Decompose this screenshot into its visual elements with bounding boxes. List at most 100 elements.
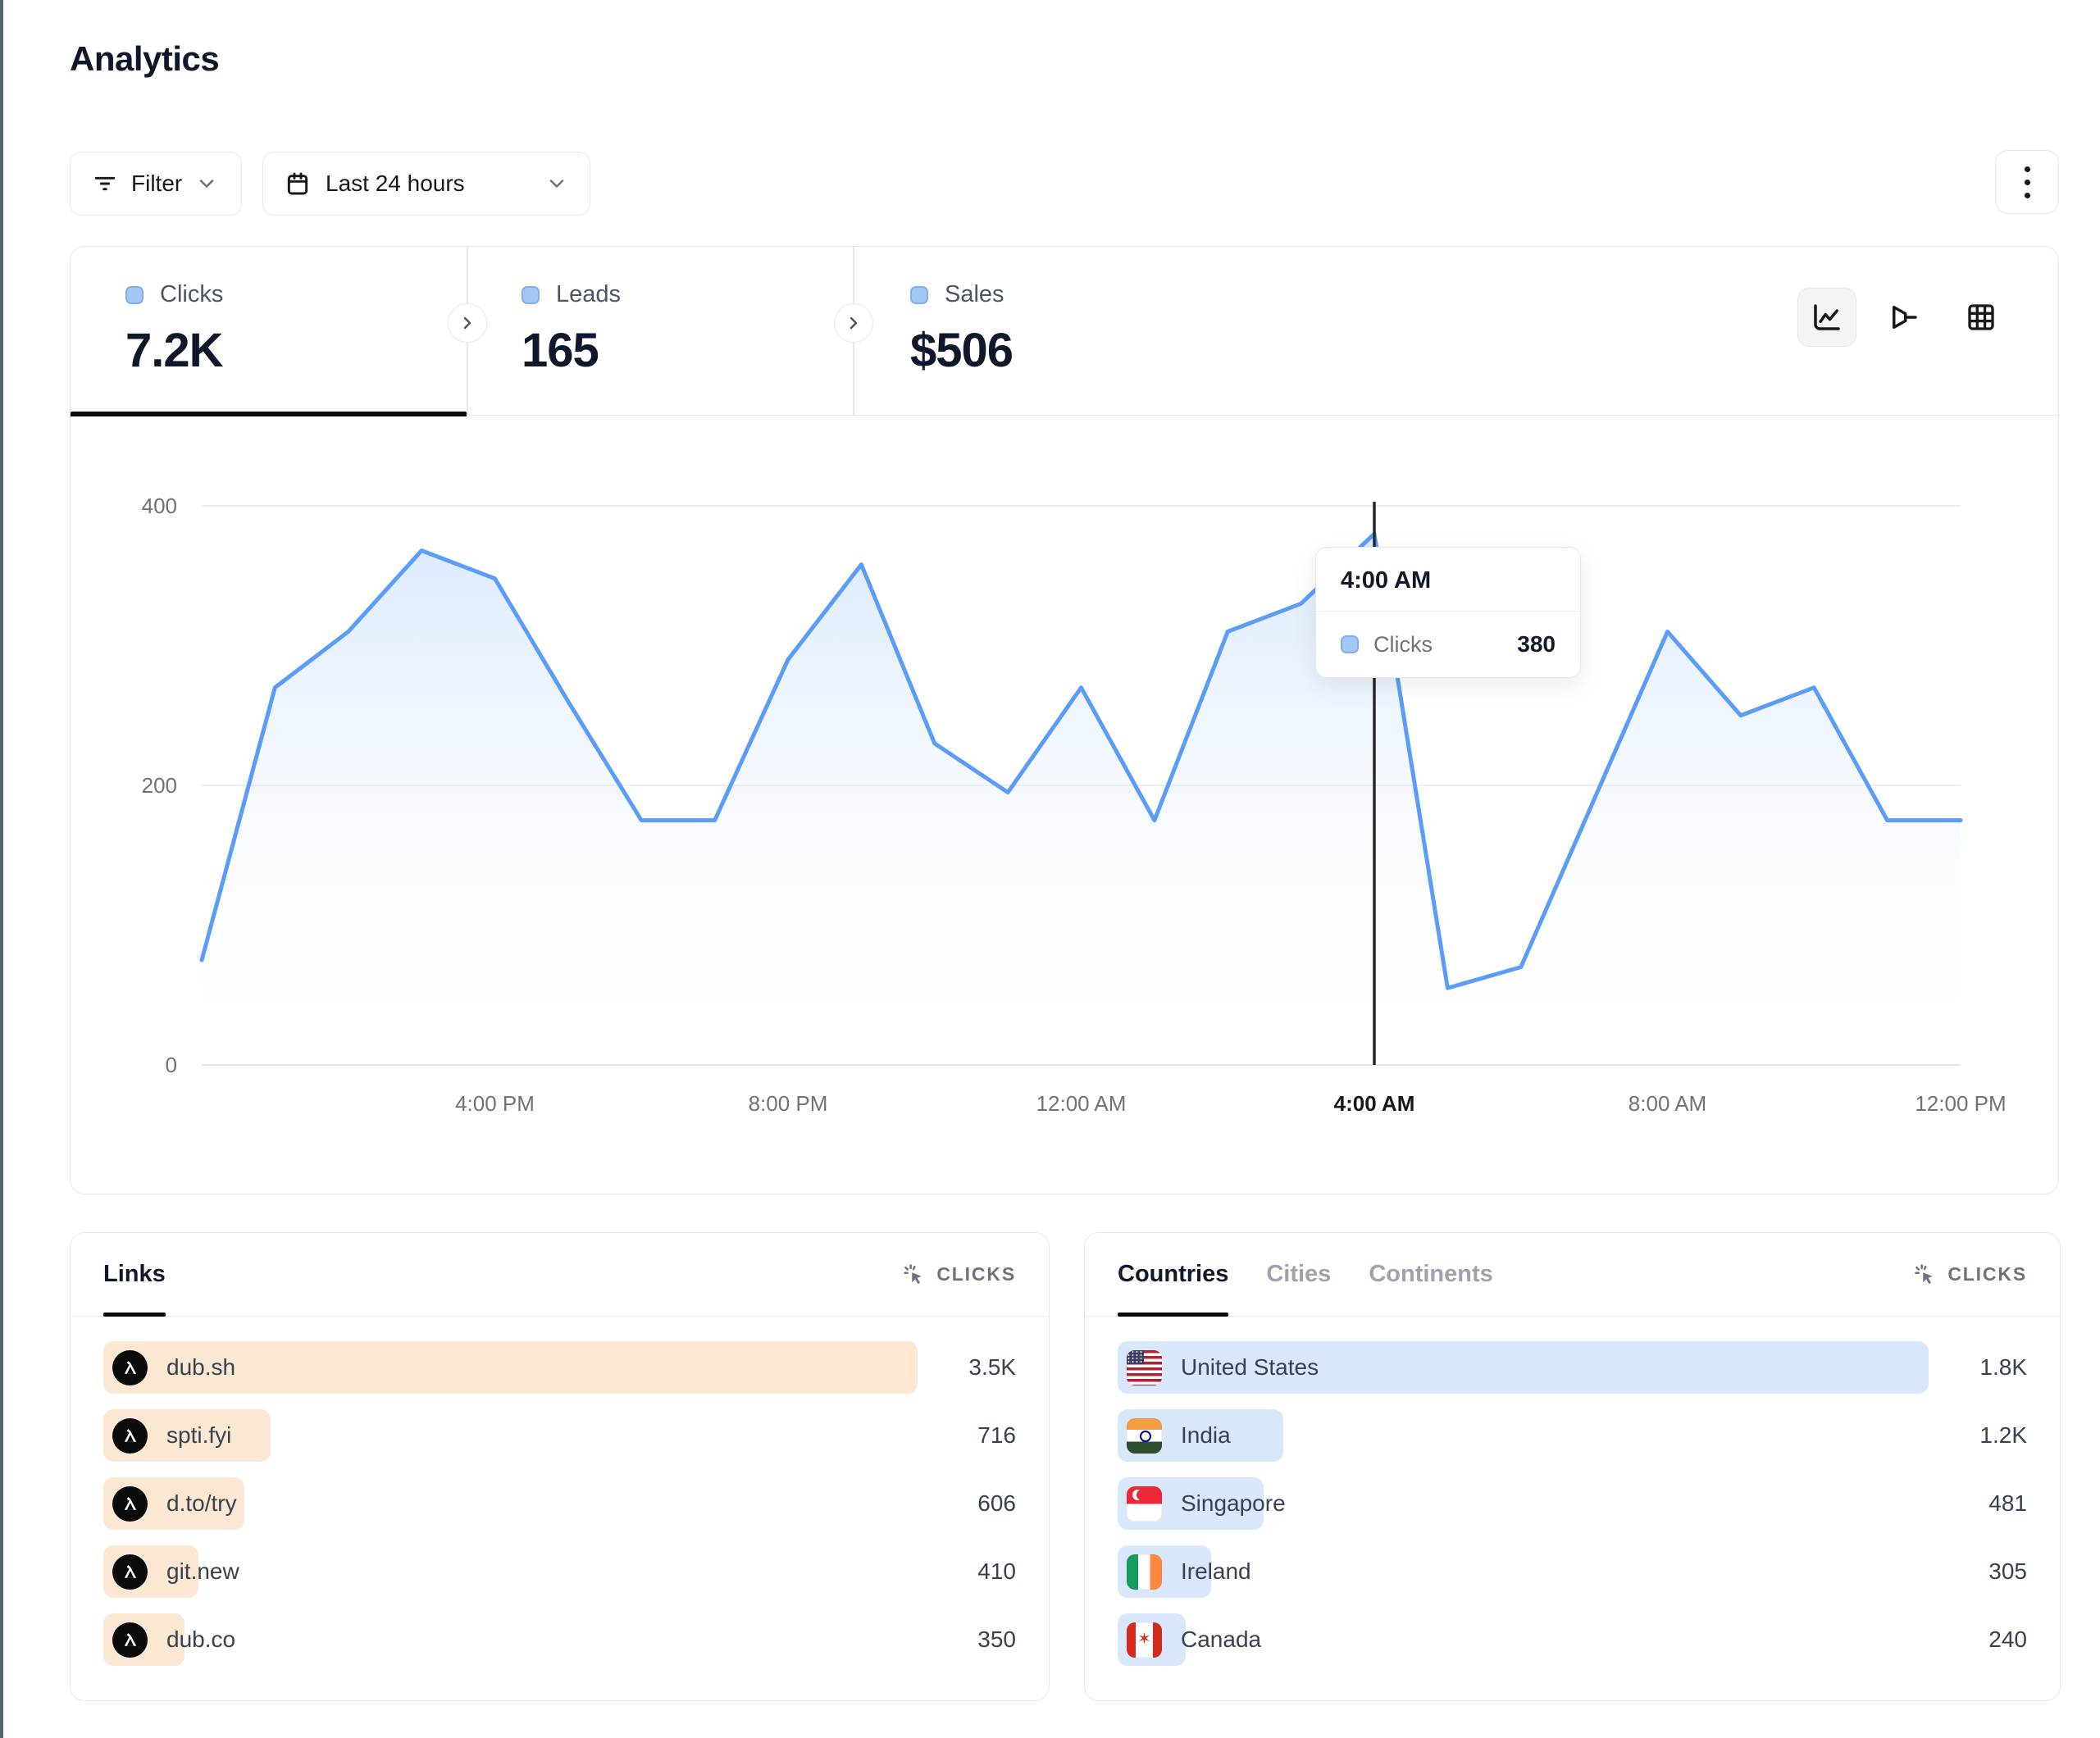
cursor-click-icon	[902, 1263, 927, 1287]
chart-view-toggles	[1797, 288, 2011, 347]
link-row-label: dub.sh	[166, 1354, 235, 1381]
cities-tab-label: Cities	[1266, 1261, 1331, 1288]
country-row[interactable]: India 1.2K	[1118, 1409, 2027, 1462]
chevron-right-icon	[458, 313, 477, 333]
geo-panel-header: Countries Cities Continents CLICKS	[1085, 1233, 2060, 1317]
dub-logo-icon	[112, 1554, 148, 1590]
tab-leads[interactable]: Leads 165	[522, 247, 621, 415]
calendar-icon	[285, 171, 311, 197]
x-axis-label: 8:00 AM	[1629, 1091, 1706, 1116]
link-row[interactable]: d.to/try 606	[103, 1477, 1016, 1530]
clicks-legend-swatch	[125, 286, 143, 304]
chevron-down-icon	[545, 172, 568, 195]
date-range-label: Last 24 hours	[326, 171, 465, 197]
chart-canvas[interactable]: 02004004:00 PM8:00 PM12:00 AM4:00 AM8:00…	[71, 416, 2060, 1194]
country-row-label: Ireland	[1181, 1558, 1251, 1585]
sg-flag-icon	[1127, 1486, 1162, 1522]
y-axis-label-400: 400	[142, 494, 177, 518]
leads-tab-label: Leads	[556, 281, 621, 308]
clicks-area-chart[interactable]: 02004004:00 PM8:00 PM12:00 AM4:00 AM8:00…	[71, 416, 2058, 1194]
funnel-view-icon	[1887, 300, 1921, 334]
filter-lines-icon	[92, 171, 118, 197]
links-panel-header: Links CLICKS	[71, 1233, 1049, 1317]
tab-clicks[interactable]: Clicks 7.2K	[125, 247, 223, 415]
link-row-value: 3.5K	[968, 1341, 1016, 1394]
tooltip-metric-label: Clicks	[1373, 632, 1502, 657]
line-chart-icon	[1810, 300, 1844, 334]
country-row-value: 305	[1988, 1545, 2027, 1598]
y-axis-label-200: 200	[142, 773, 177, 798]
table-view-button[interactable]	[1952, 288, 2011, 347]
tab-links[interactable]: Links	[103, 1233, 166, 1316]
dub-logo-icon	[112, 1486, 148, 1522]
page-edge-accent	[0, 0, 3, 1738]
country-row-label: India	[1181, 1422, 1231, 1449]
tooltip-metric-value: 380	[1517, 631, 1556, 657]
more-options-button[interactable]	[1995, 150, 2059, 214]
link-row-value: 410	[977, 1545, 1016, 1598]
geo-panel: Countries Cities Continents CLICKS Unite…	[1084, 1232, 2061, 1701]
funnel-view-button[interactable]	[1875, 288, 1934, 347]
tab-countries[interactable]: Countries	[1118, 1233, 1228, 1316]
country-row-value: 1.2K	[1979, 1409, 2027, 1462]
filter-button[interactable]: Filter	[70, 152, 242, 216]
link-row[interactable]: dub.co 350	[103, 1613, 1016, 1666]
in-flag-icon	[1127, 1418, 1162, 1454]
tab-cities[interactable]: Cities	[1266, 1233, 1331, 1316]
tooltip-time: 4:00 AM	[1316, 548, 1580, 612]
expand-leads-chevron-button[interactable]	[834, 303, 873, 343]
link-row-label: dub.co	[166, 1627, 235, 1653]
sales-tab-value: $506	[910, 323, 1013, 378]
countries-list: United States 1.8K India 1.2K Singapore 481 Ir…	[1118, 1341, 2027, 1681]
ie-flag-icon	[1127, 1554, 1162, 1590]
analytics-page: Analytics Filter Last 24 hours Clicks	[0, 0, 2100, 1738]
geo-metric-label: CLICKS	[1947, 1263, 2027, 1285]
links-panel: Links CLICKS dub.sh 3.5K spti.fyi 716 d.to/t…	[70, 1232, 1050, 1701]
x-axis-label: 8:00 PM	[749, 1091, 828, 1116]
continents-tab-label: Continents	[1369, 1261, 1492, 1288]
country-row-value: 481	[1988, 1477, 2027, 1530]
tooltip-legend-swatch	[1341, 635, 1359, 653]
sales-tab-label: Sales	[945, 281, 1004, 308]
ca-flag-icon	[1127, 1622, 1162, 1658]
leads-legend-swatch	[522, 286, 540, 304]
line-chart-view-button[interactable]	[1797, 288, 1856, 347]
geo-metric-selector[interactable]: CLICKS	[1913, 1263, 2027, 1287]
link-row-label: d.to/try	[166, 1490, 237, 1517]
clicks-series-area	[202, 534, 1961, 1065]
filter-button-label: Filter	[131, 171, 182, 197]
country-row-label: Canada	[1181, 1627, 1261, 1653]
date-range-button[interactable]: Last 24 hours	[262, 152, 590, 216]
link-row-value: 716	[977, 1409, 1016, 1462]
y-axis-label-0: 0	[166, 1053, 177, 1077]
country-row-value: 240	[1988, 1613, 2027, 1666]
country-row-value: 1.8K	[1979, 1341, 2027, 1394]
page-title: Analytics	[70, 39, 219, 79]
x-axis-label: 4:00 AM	[1334, 1091, 1415, 1116]
dub-logo-icon	[112, 1350, 148, 1385]
leads-tab-value: 165	[522, 323, 621, 378]
chart-tooltip: 4:00 AM Clicks 380	[1315, 547, 1581, 678]
country-row-label: United States	[1181, 1354, 1319, 1381]
country-row[interactable]: United States 1.8K	[1118, 1341, 2027, 1394]
chevron-down-icon	[195, 172, 218, 195]
us-flag-icon	[1127, 1350, 1162, 1385]
links-metric-selector[interactable]: CLICKS	[902, 1263, 1016, 1287]
tab-sales[interactable]: Sales $506	[910, 247, 1013, 415]
link-row-label: spti.fyi	[166, 1422, 231, 1449]
country-row[interactable]: Ireland 305	[1118, 1545, 2027, 1598]
country-row[interactable]: Singapore 481	[1118, 1477, 2027, 1530]
x-axis-label: 4:00 PM	[455, 1091, 535, 1116]
links-metric-label: CLICKS	[936, 1263, 1016, 1285]
link-row[interactable]: spti.fyi 716	[103, 1409, 1016, 1462]
dub-logo-icon	[112, 1418, 148, 1454]
expand-clicks-chevron-button[interactable]	[448, 303, 487, 343]
tab-continents[interactable]: Continents	[1369, 1233, 1492, 1316]
link-row[interactable]: dub.sh 3.5K	[103, 1341, 1016, 1394]
link-row-value: 350	[977, 1613, 1016, 1666]
sales-legend-swatch	[910, 286, 928, 304]
link-row[interactable]: git.new410	[103, 1545, 1016, 1598]
link-row-value: 606	[977, 1477, 1016, 1530]
country-row[interactable]: Canada 240	[1118, 1613, 2027, 1666]
country-row-label: Singapore	[1181, 1490, 1286, 1517]
